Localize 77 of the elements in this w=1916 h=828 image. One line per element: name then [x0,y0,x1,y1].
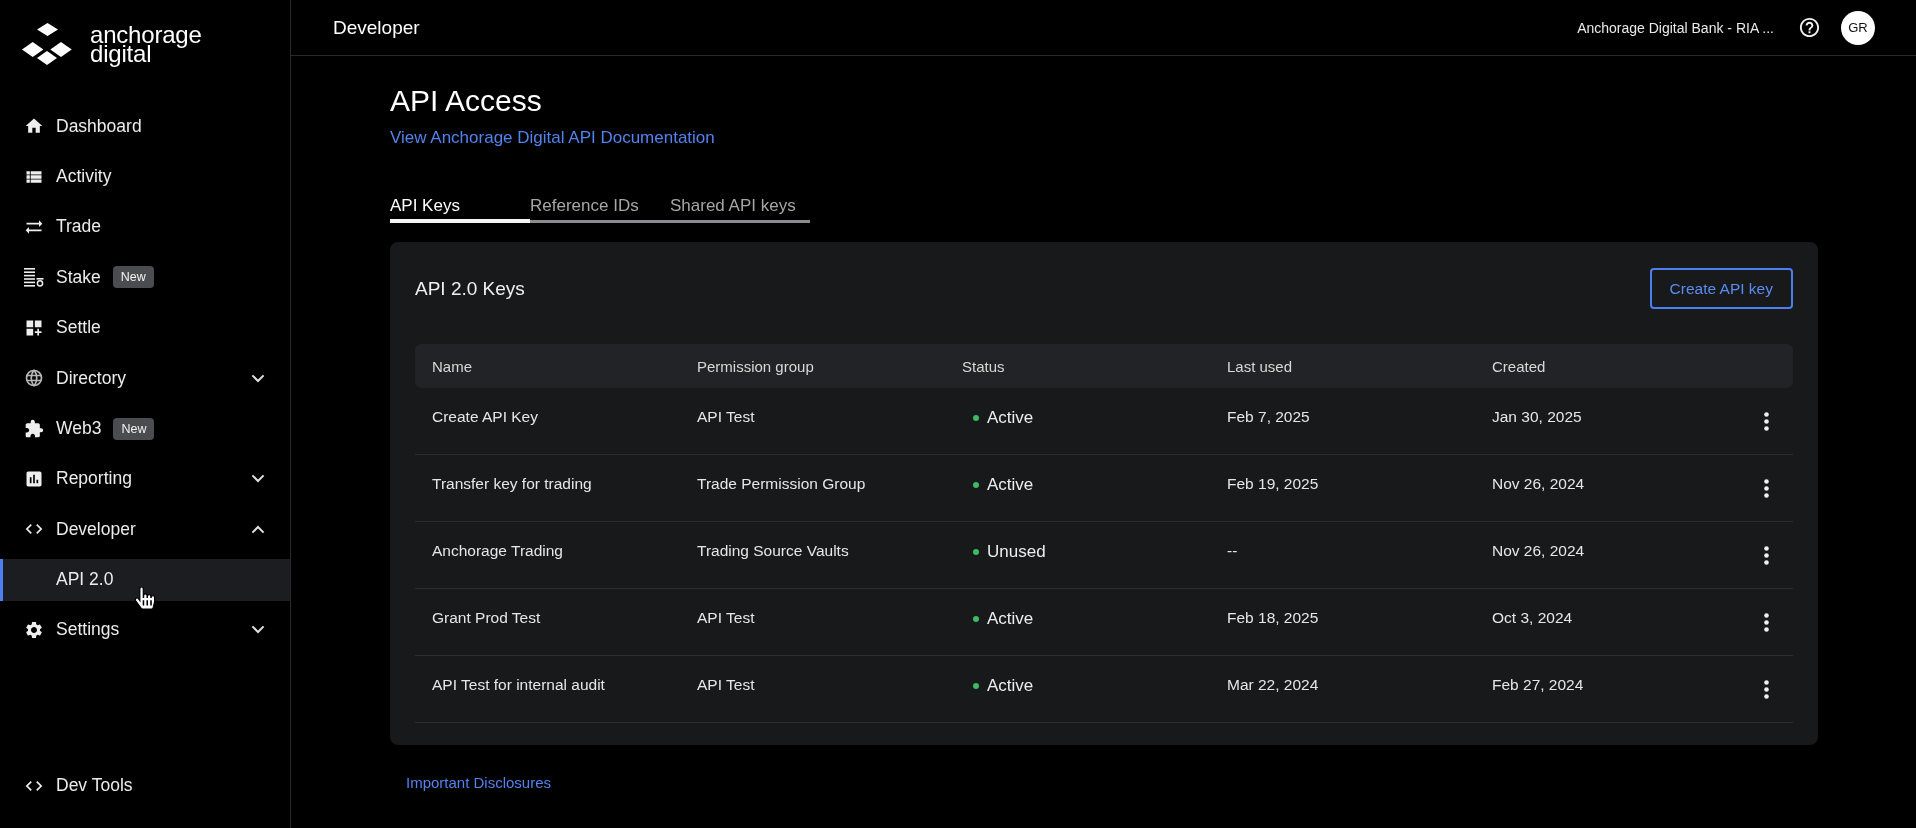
page-title: API Access [390,83,542,119]
sidebar-item[interactable]: Activity [0,151,290,202]
table-cell: Anchorage Trading [432,542,563,560]
status-dot-icon [973,549,979,555]
more-icon [1764,478,1769,498]
status-text: Active [987,475,1034,495]
tab[interactable]: API Keys [390,196,530,223]
table-cell: API Test [697,676,755,694]
status-dot-icon [973,482,979,488]
table-cell: API Test [697,609,755,627]
table-cell: Trade Permission Group [697,475,866,493]
account-name[interactable]: Anchorage Digital Bank - RIA ... [1577,19,1774,36]
table-cell: Create API Key [432,408,538,426]
column-header: Permission group [697,357,814,375]
sidebar-item[interactable]: Dashboard [0,101,290,152]
table-cell: Transfer key for trading [432,475,592,493]
row-actions-button[interactable] [1764,478,1769,498]
column-header: Status [962,357,1005,375]
table-cell: Nov 26, 2024 [1492,475,1585,493]
hand-cursor-icon [134,587,156,609]
settings-icon [24,619,44,640]
new-badge: New [113,417,155,440]
help-icon[interactable] [1798,16,1821,39]
table-cell: Grant Prod Test [432,609,541,627]
row-actions-button[interactable] [1764,411,1769,431]
logo-icon [22,22,72,66]
sidebar-item[interactable]: Dev Tools [0,760,290,811]
new-badge: New [112,266,154,289]
table-cell: Jan 30, 2025 [1492,408,1582,426]
table-cell: Nov 26, 2024 [1492,542,1585,560]
row-actions-button[interactable] [1764,545,1769,565]
status-dot-icon [973,616,979,622]
more-icon [1764,411,1769,431]
more-icon [1764,612,1769,632]
status-dot-icon [973,415,979,421]
status-dot-icon [973,683,979,689]
row-actions-button[interactable] [1764,679,1769,699]
column-header: Last used [1227,357,1293,375]
sidebar-item[interactable]: Reporting [0,453,290,505]
table-cell: Oct 3, 2024 [1492,609,1573,627]
status-text: Active [987,408,1034,428]
sidebar-item[interactable]: Developer [0,504,290,555]
sidebar-subitem[interactable]: API 2.0 [0,558,290,601]
table-cell: API Test for internal audit [432,676,605,694]
table-cell: Feb 27, 2024 [1492,676,1584,694]
sidebar-item[interactable]: Settings [0,604,290,655]
row-actions-button[interactable] [1764,612,1769,632]
globe-icon [24,368,44,389]
status-text: Active [987,609,1034,629]
status-text: Active [987,676,1034,696]
header-title: Developer [333,16,421,39]
table-cell: Mar 22, 2024 [1227,676,1319,694]
table-cell: Feb 19, 2025 [1227,475,1319,493]
sidebar-item[interactable]: Web3 New [0,403,290,454]
status-text: Unused [987,542,1046,562]
puzzle-icon [24,418,44,439]
tab[interactable]: Reference IDs [530,196,670,223]
tab[interactable]: Shared API keys [670,196,810,223]
table-cell: -- [1227,542,1238,560]
more-icon [1764,545,1769,565]
column-header: Created [1492,357,1546,375]
create-api-key-button[interactable]: Create API key [1649,268,1793,309]
user-avatar[interactable]: GR [1841,10,1875,45]
column-header: Name [432,357,472,375]
table-cell: Feb 18, 2025 [1227,609,1319,627]
table-cell: API Test [697,408,755,426]
more-icon [1764,679,1769,699]
disclosures-link[interactable]: Important Disclosures [406,773,552,793]
table-cell: Trading Source Vaults [697,542,849,560]
sidebar-item[interactable]: Settle [0,302,290,353]
stacked-lines-icon [24,267,44,288]
sidebar-item[interactable]: Stake New [0,252,290,303]
sidebar-item[interactable]: Directory [0,352,290,404]
documentation-link[interactable]: View Anchorage Digital API Documentation [390,127,715,149]
card-title: API 2.0 Keys [415,277,525,300]
table-cell: Feb 7, 2025 [1227,408,1310,426]
sidebar-item[interactable]: Trade [0,201,290,253]
